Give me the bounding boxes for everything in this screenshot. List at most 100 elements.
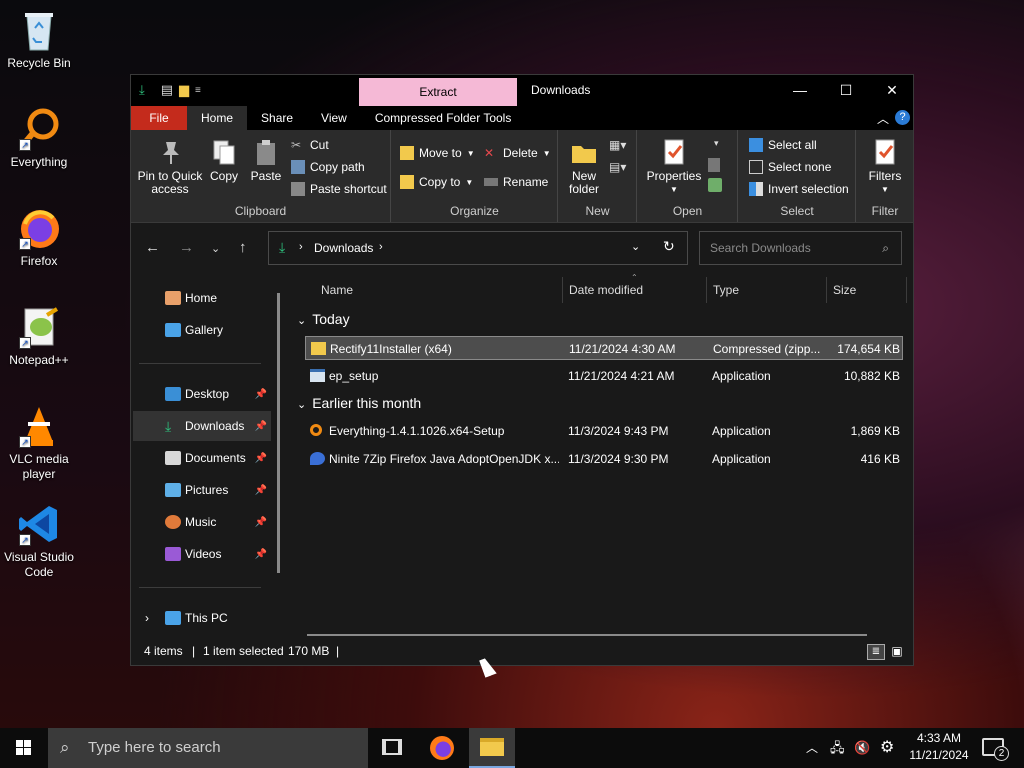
nav-item-home[interactable]: Home	[133, 283, 271, 313]
download-arrow-icon[interactable]: ⤓	[139, 82, 145, 98]
taskbar-firefox-icon[interactable]	[430, 736, 454, 760]
filters-button[interactable]: Filters ▼	[863, 138, 907, 196]
column-separator[interactable]	[906, 277, 907, 303]
horizontal-scrollbar[interactable]	[307, 634, 867, 636]
help-icon[interactable]: ?	[895, 110, 910, 125]
show-hidden-icons[interactable]: ︿	[806, 728, 818, 768]
large-icons-view-icon[interactable]: ▣	[889, 644, 905, 660]
tab-file[interactable]: File	[131, 106, 187, 130]
invert-selection-button[interactable]: Invert selection	[749, 180, 849, 198]
search-input[interactable]: Search Downloads ⌕	[699, 231, 902, 265]
paste-button[interactable]: Paste	[247, 138, 285, 183]
group-header-today[interactable]: ⌄ Today	[297, 311, 350, 327]
minimize-button[interactable]: —	[777, 75, 823, 106]
select-none-button[interactable]: Select none	[749, 158, 831, 176]
expand-chevron-icon[interactable]: ›	[145, 611, 149, 625]
file-row[interactable]: Everything-1.4.1.1026.x64-Setup 11/3/202…	[305, 419, 903, 443]
new-item-icon[interactable]: ▦▾	[609, 138, 631, 154]
pin-icon[interactable]: 📌	[255, 485, 267, 496]
nav-item-gallery[interactable]: Gallery	[133, 315, 271, 345]
column-header-size[interactable]: Size	[833, 277, 856, 303]
easy-access-icon[interactable]: ▤▾	[609, 160, 631, 176]
breadcrumb-downloads[interactable]: Downloads	[314, 241, 373, 255]
copy-to-button[interactable]: Copy to ▼	[400, 173, 473, 191]
refresh-icon[interactable]: ↻	[663, 238, 675, 255]
nav-label: Music	[185, 515, 217, 529]
taskbar-file-explorer-button[interactable]	[469, 728, 515, 768]
forward-arrow-icon[interactable]: →	[179, 239, 194, 256]
nav-item-documents[interactable]: Documents 📌	[133, 443, 271, 473]
desktop-icon-everything[interactable]: ↗ Everything	[1, 107, 77, 170]
edit-icon[interactable]	[708, 158, 720, 172]
open-dropdown-icon[interactable]: ▾	[714, 138, 719, 149]
start-button[interactable]	[0, 728, 48, 768]
customize-qat-icon[interactable]: ≡	[195, 85, 201, 96]
desktop-icon-vscode[interactable]: ↗ Visual Studio Code	[1, 502, 77, 580]
close-button[interactable]: ✕	[869, 75, 915, 106]
address-bar[interactable]: ⤓ › Downloads › ⌄ ↻	[268, 231, 688, 265]
nav-separator	[139, 363, 261, 364]
nav-item-pictures[interactable]: Pictures 📌	[133, 475, 271, 505]
nav-item-downloads[interactable]: ⤓ Downloads 📌	[133, 411, 271, 441]
group-header-earlier-this-month[interactable]: ⌄ Earlier this month	[297, 395, 421, 411]
properties-qat-icon[interactable]: ▤	[161, 82, 173, 98]
desktop-icon-firefox[interactable]: ↗ Firefox	[1, 206, 77, 269]
desktop-icon-notepadpp[interactable]: ↗ Notepad++	[1, 305, 77, 368]
rename-button[interactable]: Rename	[484, 173, 548, 191]
network-icon[interactable]: 🖧	[830, 728, 845, 768]
cut-button[interactable]: ✂ Cut	[291, 136, 329, 154]
pin-icon[interactable]: 📌	[255, 549, 267, 560]
desktop-icon-recycle-bin[interactable]: Recycle Bin	[1, 8, 77, 71]
nav-item-this-pc[interactable]: › This PC	[133, 603, 271, 633]
nav-item-music[interactable]: Music 📌	[133, 507, 271, 537]
new-folder-button[interactable]: New folder	[563, 138, 605, 196]
back-arrow-icon[interactable]: ←	[145, 239, 160, 256]
desktop-icon-vlc[interactable]: ↗ VLC media player	[1, 404, 77, 482]
pin-icon[interactable]: 📌	[255, 421, 267, 432]
paste-shortcut-button[interactable]: Paste shortcut	[291, 180, 387, 198]
breadcrumb-chevron-icon[interactable]: ›	[379, 241, 383, 253]
tab-share[interactable]: Share	[247, 106, 307, 130]
move-to-button[interactable]: Move to ▼	[400, 144, 475, 162]
task-view-icon[interactable]	[382, 739, 402, 755]
column-header-type[interactable]: Type	[713, 277, 739, 303]
details-view-icon[interactable]: ≣	[867, 644, 885, 660]
volume-muted-icon[interactable]: 🔇	[854, 728, 870, 768]
recent-locations-icon[interactable]: ⌄	[211, 242, 220, 255]
notification-center-button[interactable]: 2	[982, 738, 1009, 761]
pin-icon[interactable]: 📌	[255, 517, 267, 528]
up-arrow-icon[interactable]: ↑	[239, 239, 247, 256]
nav-item-desktop[interactable]: Desktop 📌	[133, 379, 271, 409]
copy-label: Copy	[209, 169, 238, 183]
extract-context-tab[interactable]: Extract	[359, 78, 517, 106]
copy-button[interactable]: Copy	[207, 138, 241, 183]
column-separator[interactable]	[562, 277, 563, 303]
pin-icon[interactable]: 📌	[255, 389, 267, 400]
pin-icon[interactable]: 📌	[255, 453, 267, 464]
nav-item-videos[interactable]: Videos 📌	[133, 539, 271, 569]
copy-path-button[interactable]: Copy path	[291, 158, 365, 176]
column-header-name[interactable]: Name	[321, 277, 353, 303]
pin-quick-access-button[interactable]: Pin to Quick access	[137, 138, 203, 196]
file-row[interactable]: ep_setup 11/21/2024 4:21 AM Application …	[305, 364, 903, 388]
tab-view[interactable]: View	[307, 106, 361, 130]
tab-compressed-folder-tools[interactable]: Compressed Folder Tools	[361, 106, 526, 130]
collapse-ribbon-icon[interactable]: ︿	[877, 110, 889, 127]
selection-count: 1 item selected	[203, 644, 284, 658]
nav-pane-scrollbar[interactable]	[277, 293, 280, 573]
select-all-button[interactable]: Select all	[749, 136, 817, 154]
clock[interactable]: 4:33 AM 11/21/2024	[904, 730, 974, 764]
settings-gear-icon[interactable]: ⚙	[880, 728, 894, 768]
properties-button[interactable]: Properties ▼	[644, 138, 704, 196]
new-folder-qat-icon[interactable]: ▆	[179, 82, 189, 98]
history-icon[interactable]	[708, 178, 722, 192]
column-separator[interactable]	[706, 277, 707, 303]
delete-button[interactable]: ✕ Delete ▼	[484, 144, 551, 162]
file-row[interactable]: Ninite 7Zip Firefox Java AdoptOpenJDK x.…	[305, 447, 903, 471]
maximize-button[interactable]: ☐	[823, 75, 869, 106]
column-separator[interactable]	[826, 277, 827, 303]
taskbar-search-input[interactable]: ⌕ Type here to search	[48, 728, 368, 768]
file-row[interactable]: Rectify11Installer (x64) 11/21/2024 4:30…	[305, 336, 903, 360]
tab-home[interactable]: Home	[187, 106, 248, 130]
address-dropdown-icon[interactable]: ⌄	[631, 240, 640, 253]
